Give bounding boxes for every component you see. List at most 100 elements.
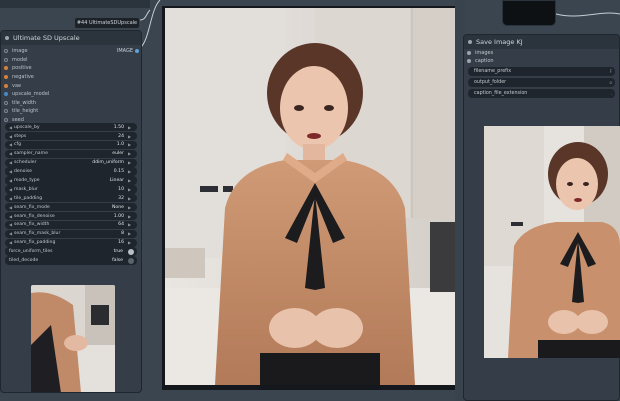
input-tile-height[interactable]: tile_height [1,107,141,116]
node-title-bar[interactable]: Ultimate SD Upscale [1,31,141,45]
input-label: image [12,48,28,55]
portrait-image-graphic [165,8,455,385]
widget-label: tile_padding [14,195,43,201]
increment-arrow-icon[interactable]: ▶ [128,151,133,156]
socket-icon[interactable] [4,92,8,97]
socket-icon[interactable] [467,51,471,55]
input-tile-width[interactable]: tile_width [1,99,141,108]
node-title: Save Image KJ [476,38,523,46]
widget-label: filename_prefix [474,69,512,74]
node-widgets: ◀ upscale_by 1.50 ▶ ◀ steps 24 ▶ ◀ cfg 1.0 ▶ ◀ sam… [5,123,137,265]
socket-icon[interactable] [467,59,471,63]
top-node-strip [0,0,150,8]
input-positive[interactable]: positive [1,64,141,73]
increment-arrow-icon[interactable]: ▶ [128,187,133,192]
input-images[interactable]: images [464,49,619,57]
widget-label: seam_fix_mask_blur [14,231,61,237]
increment-arrow-icon[interactable]: ▶ [128,125,133,130]
increment-arrow-icon[interactable]: ▶ [128,160,133,165]
widget-label: seam_fix_denoise [14,213,55,219]
node-id-badge[interactable]: #44 UltimateSDUpscale [74,17,140,29]
toggle-off-icon[interactable] [128,257,134,264]
saved-image-preview[interactable] [484,126,620,358]
input-label: model [12,56,28,63]
input-vae[interactable]: vae [1,81,141,90]
socket-icon[interactable] [4,83,8,88]
widget-label: seam_fix_padding [14,240,56,246]
widget-tile-padding[interactable]: ◀ tile_padding 32 ▶ [5,194,137,203]
increment-arrow-icon[interactable]: ▶ [128,205,133,210]
upscale-preview-image[interactable] [31,285,115,392]
widget-output-folder[interactable]: output_folder o [468,78,615,87]
widget-label: scheduler [14,160,37,166]
widget-force-uniform-tiles[interactable]: force_uniform_tiles true [5,247,137,256]
widget-label: force_uniform_tiles [9,249,53,255]
socket-icon[interactable] [4,49,8,54]
widget-tiled-decode[interactable]: tiled_decode false [5,256,137,265]
increment-arrow-icon[interactable]: ▶ [128,231,133,236]
input-upscale-model[interactable]: upscale_model [1,90,141,99]
socket-icon[interactable] [4,109,8,114]
socket-icon[interactable] [4,118,8,123]
widget-cfg[interactable]: ◀ cfg 1.0 ▶ [5,140,137,150]
increment-arrow-icon[interactable]: ▶ [128,134,133,139]
widget-upscale-by[interactable]: ◀ upscale_by 1.50 ▶ [5,123,137,132]
input-caption[interactable]: caption [464,57,619,65]
widget-value: 8 [121,231,124,237]
socket-icon[interactable] [4,66,8,71]
widget-value: euler [112,151,124,157]
widget-value: ddim_uniform [92,160,124,166]
generated-image-preview[interactable] [165,8,455,385]
widget-seam-fix-padding[interactable]: ◀ seam_fix_padding 16 ▶ [5,238,137,247]
node-widgets: filename_prefix F output_folder o caption_… [464,67,619,98]
input-model[interactable]: model [1,56,141,65]
widget-value: 32 [118,195,124,201]
widget-mode-type[interactable]: ◀ mode_type Linear ▶ [5,176,137,185]
increment-arrow-icon[interactable]: ▶ [128,196,133,201]
portrait-thumbnail-graphic [484,126,620,358]
socket-icon[interactable] [4,75,8,80]
widget-scheduler[interactable]: ◀ scheduler ddim_uniform ▶ [5,158,137,167]
widget-sampler-name[interactable]: ◀ sampler_name euler ▶ [5,149,137,158]
increment-arrow-icon[interactable]: ▶ [128,240,133,245]
output-socket-icon[interactable] [135,49,139,54]
widget-denoise[interactable]: ◀ denoise 0.15 ▶ [5,167,137,176]
input-label: caption [475,58,494,64]
increment-arrow-icon[interactable]: ▶ [128,214,133,219]
widget-label: seam_fix_width [14,222,50,228]
input-negative[interactable]: negative [1,73,141,82]
toggle-on-icon[interactable] [128,248,134,255]
output-label: IMAGE [116,48,133,55]
widget-filename-prefix[interactable]: filename_prefix F [468,67,615,76]
widget-seam-fix-mode[interactable]: ◀ seam_fix_mode None ▶ [5,203,137,212]
input-label: tile_width [12,99,37,106]
socket-icon[interactable] [4,100,8,105]
widget-mask-blur[interactable]: ◀ mask_blur 10 ▶ [5,185,137,194]
widget-label: steps [14,133,27,139]
widget-caption-file-extension[interactable]: caption_file_extension. [468,89,615,98]
widget-label: mode_type [14,177,40,183]
widget-label: output_folder [474,80,507,85]
widget-steps[interactable]: ◀ steps 24 ▶ [5,131,137,141]
increment-arrow-icon[interactable]: ▶ [128,142,133,147]
widget-seam-fix-width[interactable]: ◀ seam_fix_width 64 ▶ [5,220,137,230]
increment-arrow-icon[interactable]: ▶ [128,169,133,174]
input-label: positive [12,65,32,72]
increment-arrow-icon[interactable]: ▶ [128,222,133,227]
node-title-bar[interactable]: Save Image KJ [464,35,619,49]
widget-label: caption_file_extension [474,91,528,96]
widget-seam-fix-mask-blur[interactable]: ◀ seam_fix_mask_blur 8 ▶ [5,229,137,238]
widget-value: 16 [118,240,124,246]
collapse-dot-icon[interactable] [5,36,9,40]
widget-label: upscale_by [14,124,40,130]
widget-seam-fix-denoise[interactable]: ◀ seam_fix_denoise 1.00 ▶ [5,211,137,221]
widget-value: true [113,249,123,255]
increment-arrow-icon[interactable]: ▶ [128,178,133,183]
ultimate-sd-upscale-node[interactable]: Ultimate SD Upscale image IMAGE model po… [0,30,142,393]
collapsed-node[interactable] [502,0,556,26]
widget-value: Linear [109,177,124,183]
collapse-dot-icon[interactable] [468,40,472,44]
socket-icon[interactable] [4,57,8,62]
node-title: Ultimate SD Upscale [13,34,80,42]
input-image[interactable]: image IMAGE [1,47,141,56]
